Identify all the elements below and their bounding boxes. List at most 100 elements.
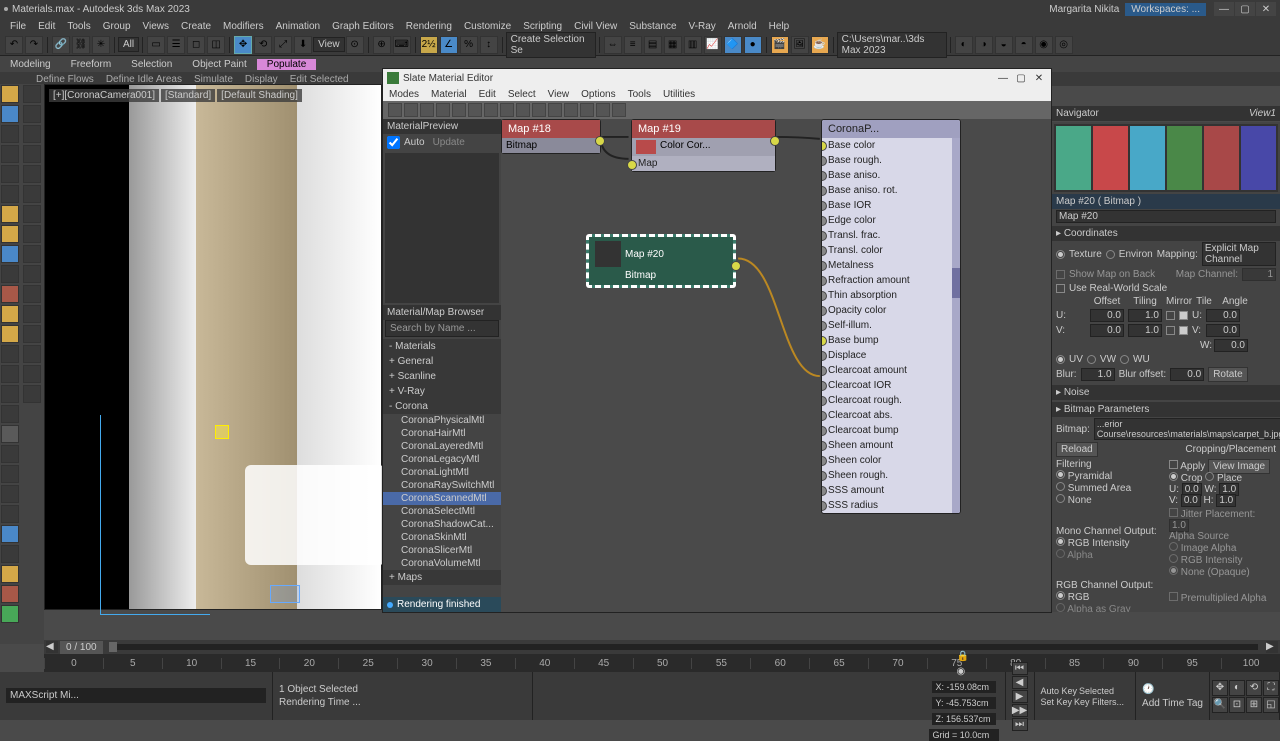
- section-bitmap-params[interactable]: ▸ Bitmap Parameters: [1052, 402, 1280, 417]
- slate-minimize-button[interactable]: —: [995, 71, 1011, 85]
- mtl-shadowcatcher[interactable]: CoronaShadowCat...: [383, 518, 501, 531]
- node-cc-input-port[interactable]: [627, 160, 637, 170]
- select-name-button[interactable]: ☰: [167, 36, 185, 54]
- material-browser-tree[interactable]: - Materials + General + Scanline + V-Ray…: [383, 339, 501, 597]
- nav-pan-button[interactable]: ✥: [1212, 680, 1228, 696]
- motion-tab-icon[interactable]: [1, 145, 19, 163]
- u-angle-spinner[interactable]: 0.0: [1206, 309, 1240, 322]
- time-slider-knob[interactable]: [109, 642, 117, 652]
- modify-tab-icon[interactable]: [1, 105, 19, 123]
- curve-editor-button[interactable]: 📈: [704, 36, 722, 54]
- lt2-icon-16[interactable]: [23, 385, 41, 403]
- wu-radio[interactable]: [1120, 355, 1129, 364]
- y-coord[interactable]: Y: -45.753cm: [932, 697, 996, 709]
- node-map18-header[interactable]: Map #18: [502, 120, 600, 138]
- material-slot-port[interactable]: [821, 306, 827, 316]
- slate-tb4[interactable]: [436, 103, 450, 117]
- schematic-button[interactable]: 🔷: [724, 36, 742, 54]
- alpha-image-radio[interactable]: [1169, 542, 1178, 551]
- rgb-radio[interactable]: [1056, 591, 1065, 600]
- w-angle-spinner[interactable]: 0.0: [1214, 339, 1248, 352]
- snap-2d-button[interactable]: 2½: [420, 36, 438, 54]
- lt-icon-15[interactable]: [1, 365, 19, 383]
- lt-icon-27[interactable]: [1, 605, 19, 623]
- alpha-gray-radio[interactable]: [1056, 603, 1065, 612]
- real-world-scale-checkbox[interactable]: [1056, 284, 1065, 293]
- slate-menu-view[interactable]: View: [542, 89, 576, 100]
- rsub-edit[interactable]: Edit Selected: [284, 74, 355, 85]
- named-selection-set[interactable]: Create Selection Se: [506, 32, 596, 58]
- v-tile-checkbox[interactable]: [1179, 326, 1188, 335]
- v-mirror-checkbox[interactable]: [1166, 326, 1175, 335]
- select-object-button[interactable]: ▭: [147, 36, 165, 54]
- rotate-button[interactable]: ⟲: [254, 36, 272, 54]
- slate-menu-edit[interactable]: Edit: [473, 89, 502, 100]
- ribbon-freeform[interactable]: Freeform: [61, 59, 122, 70]
- mtl-rayswitch[interactable]: CoronaRaySwitchMtl: [383, 479, 501, 492]
- section-noise[interactable]: ▸ Noise: [1052, 385, 1280, 400]
- vw-radio[interactable]: [1087, 355, 1096, 364]
- summed-area-radio[interactable]: [1056, 482, 1065, 491]
- maxscript-listener[interactable]: MAXScript Mi...: [6, 688, 266, 703]
- material-slot-thin-absorption[interactable]: Thin absorption: [822, 288, 960, 303]
- slate-tb12[interactable]: [564, 103, 578, 117]
- display-tab-icon[interactable]: [1, 165, 19, 183]
- material-slot-clearcoat-bump[interactable]: Clearcoat bump: [822, 423, 960, 438]
- cat-general[interactable]: + General: [383, 354, 501, 369]
- menu-substance[interactable]: Substance: [623, 21, 682, 32]
- percent-snap-button[interactable]: %: [460, 36, 478, 54]
- create-tab-icon[interactable]: [1, 85, 19, 103]
- rsub-simulate[interactable]: Simulate: [188, 74, 239, 85]
- lt2-icon-15[interactable]: [23, 365, 41, 383]
- crop-radio[interactable]: [1169, 472, 1178, 481]
- ribbon-populate[interactable]: Populate: [257, 59, 316, 70]
- ribbon-selection[interactable]: Selection: [121, 59, 182, 70]
- crop-v-spinner[interactable]: 0.0: [1181, 494, 1201, 507]
- material-slot-transl-frac-[interactable]: Transl. frac.: [822, 228, 960, 243]
- auto-preview-checkbox[interactable]: [387, 136, 400, 149]
- menu-animation[interactable]: Animation: [270, 21, 326, 32]
- material-slot-port[interactable]: [821, 441, 827, 451]
- alpha-none-radio[interactable]: [1169, 566, 1178, 575]
- crop-h-spinner[interactable]: 1.0: [1216, 494, 1236, 507]
- nav-orbit-button[interactable]: ⟲: [1246, 680, 1262, 696]
- material-slot-port[interactable]: [821, 171, 827, 181]
- material-slot-port[interactable]: [821, 291, 827, 301]
- material-slot-port[interactable]: [821, 216, 827, 226]
- viewport[interactable]: [+][CoronaCamera001] [Standard] [Default…: [44, 84, 382, 610]
- v-offset-spinner[interactable]: 0.0: [1090, 324, 1124, 337]
- track-next-button[interactable]: ▶: [1266, 641, 1278, 653]
- material-slot-port[interactable]: [821, 141, 827, 151]
- menu-group[interactable]: Group: [97, 21, 137, 32]
- browser-search-input[interactable]: Search by Name ...: [385, 320, 499, 337]
- align-button[interactable]: ≡: [624, 36, 642, 54]
- navigator-thumbnail[interactable]: [1054, 124, 1278, 192]
- menu-grapheditors[interactable]: Graph Editors: [326, 21, 400, 32]
- mono-alpha-radio[interactable]: [1056, 549, 1065, 558]
- node-map20-output-port[interactable]: [731, 261, 741, 271]
- node-cc-output-port[interactable]: [770, 136, 780, 146]
- lt2-icon-3[interactable]: [23, 125, 41, 143]
- cat-materials[interactable]: - Materials: [383, 339, 501, 354]
- jitter-checkbox[interactable]: [1169, 508, 1178, 517]
- slate-tb7[interactable]: [484, 103, 498, 117]
- material-slot-metalness[interactable]: Metalness: [822, 258, 960, 273]
- rect-select-button[interactable]: ◻: [187, 36, 205, 54]
- lt-icon-10[interactable]: [1, 265, 19, 283]
- menu-views[interactable]: Views: [137, 21, 176, 32]
- pyramidal-radio[interactable]: [1056, 470, 1065, 479]
- slate-menu-modes[interactable]: Modes: [383, 89, 425, 100]
- vray-tb5[interactable]: ◉: [1035, 36, 1053, 54]
- lt2-icon-7[interactable]: [23, 205, 41, 223]
- lt-icon-23[interactable]: [1, 525, 19, 543]
- material-slot-port[interactable]: [821, 456, 827, 466]
- menu-arnold[interactable]: Arnold: [722, 21, 763, 32]
- menu-tools[interactable]: Tools: [61, 21, 96, 32]
- material-slot-refraction-amount[interactable]: Refraction amount: [822, 273, 960, 288]
- track-bar[interactable]: ◀ 0 / 100 ▶: [44, 640, 1280, 654]
- hierarchy-tab-icon[interactable]: [1, 125, 19, 143]
- autokey-button[interactable]: Auto Key: [1041, 686, 1078, 696]
- z-coord[interactable]: Z: 156.537cm: [932, 713, 996, 725]
- menu-edit[interactable]: Edit: [32, 21, 61, 32]
- lt-icon-25[interactable]: [1, 565, 19, 583]
